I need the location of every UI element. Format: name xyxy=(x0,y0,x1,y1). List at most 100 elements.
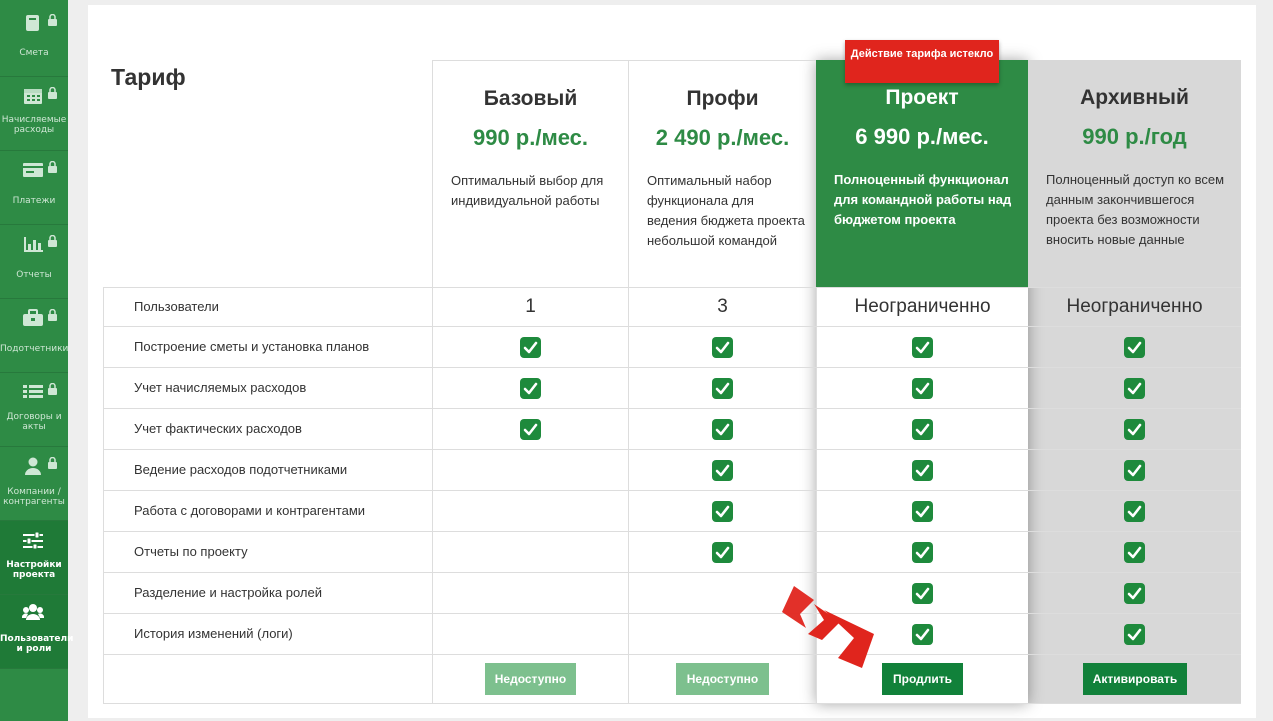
plan-name: Базовый xyxy=(483,87,578,110)
sidebar-item-label: Подотчетники xyxy=(0,344,69,354)
lock-icon xyxy=(48,161,57,173)
briefcase-icon xyxy=(23,309,43,326)
sliders-icon xyxy=(23,531,43,549)
plan-description: Полноценный функционал для командной раб… xyxy=(834,172,1012,227)
plan-basic: Базовый 990 р./мес. Оптимальный выбор дл… xyxy=(432,60,628,287)
lock-icon xyxy=(48,14,57,26)
plan-description: Оптимальный набор функционала для ведени… xyxy=(647,173,805,248)
feature-cell-project xyxy=(816,450,1028,490)
feature-label: Работа с договорами и контрагентами xyxy=(134,503,366,518)
checkmark-icon xyxy=(520,419,541,440)
sidebar-item-label: Смета xyxy=(19,48,49,58)
feature-cell-profi xyxy=(628,368,816,408)
plan-price: 6 990 р./мес. xyxy=(855,124,989,149)
sidebar: Смета Начисляемые расходы Платежи Отчеты… xyxy=(0,0,74,721)
feature-label: Разделение и настройка ролей xyxy=(134,585,323,600)
unavailable-button-basic[interactable]: Недоступно xyxy=(485,663,576,695)
plan-profi: Профи 2 490 р./мес. Оптимальный набор фу… xyxy=(628,60,816,287)
users-count-archive: Неограниченно xyxy=(1066,296,1203,317)
sidebar-item-payments[interactable]: Платежи xyxy=(0,151,68,225)
plan-name: Архивный xyxy=(1080,86,1189,109)
feature-row: Ведение расходов подотчетниками xyxy=(103,449,1241,490)
feature-cell-archive xyxy=(1028,491,1241,531)
feature-cell-profi xyxy=(628,450,816,490)
feature-cell-project xyxy=(816,368,1028,408)
unavailable-button-profi[interactable]: Недоступно xyxy=(676,663,769,695)
checkmark-icon xyxy=(712,542,733,563)
checkmark-icon xyxy=(912,583,933,604)
book-icon xyxy=(26,15,39,31)
plan-archive: Архивный 990 р./год Полноценный доступ к… xyxy=(1028,60,1241,287)
sidebar-item-reports[interactable]: Отчеты xyxy=(0,225,68,299)
sidebar-item-accountable[interactable]: Подотчетники xyxy=(0,299,68,373)
feature-cell-profi xyxy=(628,491,816,531)
checkmark-icon xyxy=(712,501,733,522)
feature-cell-basic xyxy=(432,532,628,572)
feature-cell-basic xyxy=(432,614,628,654)
pointer-arrow-icon xyxy=(782,586,874,668)
feature-row: Построение сметы и установка планов xyxy=(103,326,1241,367)
feature-label: Учет начисляемых расходов xyxy=(134,380,307,395)
feature-cell-archive xyxy=(1028,409,1241,449)
feature-cell-basic xyxy=(432,327,628,367)
users-count-basic: 1 xyxy=(432,288,628,326)
sidebar-item-users-roles[interactable]: Пользователи и роли xyxy=(0,595,74,669)
feature-cell-project xyxy=(816,327,1028,367)
sidebar-item-companies[interactable]: Компании / контрагенты xyxy=(0,447,68,521)
activate-button[interactable]: Активировать xyxy=(1083,663,1187,695)
users-count-project: Неограниченно xyxy=(816,288,1028,326)
plan-description: Оптимальный выбор для индивидуальной раб… xyxy=(451,173,604,208)
feature-label: Пользователи xyxy=(134,299,219,314)
list-icon xyxy=(23,385,43,398)
sidebar-item-label: Договоры и акты xyxy=(6,412,62,432)
feature-cell-project xyxy=(816,491,1028,531)
sidebar-item-label: Начисляемые расходы xyxy=(1,115,67,135)
feature-cell-profi xyxy=(628,409,816,449)
plan-name: Проект xyxy=(885,86,959,109)
feature-row: Работа с договорами и контрагентами xyxy=(103,490,1241,531)
plan-description: Полноценный доступ ко всем данным законч… xyxy=(1046,172,1225,247)
feature-label: Учет фактических расходов xyxy=(134,421,302,436)
plan-price: 990 р./год xyxy=(1082,124,1187,149)
sidebar-item-contracts[interactable]: Договоры и акты xyxy=(0,373,68,447)
checkmark-icon xyxy=(1124,501,1145,522)
sidebar-item-label: Настройки проекта xyxy=(6,560,62,580)
calendar-icon xyxy=(24,89,42,104)
feature-cell-basic xyxy=(432,409,628,449)
feature-cell-basic xyxy=(432,368,628,408)
feature-label: Ведение расходов подотчетниками xyxy=(134,462,348,477)
sidebar-item-accrued[interactable]: Начисляемые расходы xyxy=(0,77,68,151)
users-count-profi: 3 xyxy=(628,288,816,326)
lock-icon xyxy=(48,87,57,99)
feature-label: Построение сметы и установка планов xyxy=(134,339,370,354)
checkmark-icon xyxy=(520,337,541,358)
lock-icon xyxy=(48,457,57,469)
checkmark-icon xyxy=(1124,542,1145,563)
sidebar-item-label: Пользователи и роли xyxy=(0,634,74,654)
feature-cell-profi xyxy=(628,532,816,572)
feature-cell-archive xyxy=(1028,450,1241,490)
sidebar-item-estimate[interactable]: Смета xyxy=(0,0,68,77)
lock-icon xyxy=(48,383,57,395)
sidebar-item-label: Отчеты xyxy=(16,270,52,280)
expired-badge: Действие тарифа истекло xyxy=(845,40,999,83)
sidebar-item-label: Компании / контрагенты xyxy=(3,487,65,507)
feature-cell-archive xyxy=(1028,327,1241,367)
sidebar-item-project-settings[interactable]: Настройки проекта xyxy=(0,521,68,595)
feature-row: Учет начисляемых расходов xyxy=(103,367,1241,408)
checkmark-icon xyxy=(912,624,933,645)
checkmark-icon xyxy=(912,337,933,358)
checkmark-icon xyxy=(712,337,733,358)
checkmark-icon xyxy=(1124,419,1145,440)
lock-icon xyxy=(48,309,57,321)
feature-cell-basic xyxy=(432,491,628,531)
feature-cell-basic xyxy=(432,573,628,613)
checkmark-icon xyxy=(1124,337,1145,358)
payments-icon xyxy=(23,163,43,177)
checkmark-icon xyxy=(1124,460,1145,481)
extend-button[interactable]: Продлить xyxy=(882,663,963,695)
checkmark-icon xyxy=(712,419,733,440)
feature-label: Отчеты по проекту xyxy=(134,544,248,559)
feature-cell-archive xyxy=(1028,614,1241,654)
buttons-row xyxy=(103,654,1241,704)
